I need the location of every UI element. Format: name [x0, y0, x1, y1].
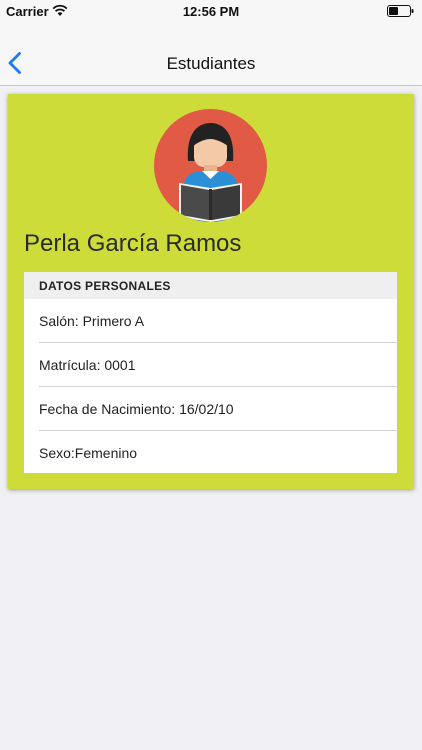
- status-time: 12:56 PM: [182, 4, 240, 19]
- section-header: DATOS PERSONALES: [24, 272, 397, 299]
- page-title: Estudiantes: [166, 54, 256, 73]
- birthdate-text: Fecha de Nacimiento: 16/02/10: [39, 401, 234, 417]
- student-reading-avatar-icon: [154, 109, 267, 222]
- section-header-label: DATOS PERSONALES: [39, 279, 171, 293]
- personal-data-panel: DATOS PERSONALES Salón: Primero A Matríc…: [24, 272, 397, 473]
- status-bar: Carrier 12:56 PM: [0, 0, 422, 22]
- list-item-birthdate[interactable]: Fecha de Nacimiento: 16/02/10: [24, 387, 397, 430]
- battery-icon: [387, 5, 414, 17]
- list-item-classroom[interactable]: Salón: Primero A: [24, 299, 397, 342]
- enrollment-text: Matrícula: 0001: [39, 357, 136, 373]
- student-name: Perla García Ramos: [24, 230, 242, 257]
- navigation-bar: Estudiantes: [0, 22, 422, 86]
- list-item-sex[interactable]: Sexo:Femenino: [24, 431, 397, 474]
- sex-text: Sexo:Femenino: [39, 445, 138, 461]
- list-item-enrollment[interactable]: Matrícula: 0001: [24, 343, 397, 386]
- classroom-text: Salón: Primero A: [39, 313, 145, 329]
- student-profile-card: Perla García Ramos DATOS PERSONALES Saló…: [8, 94, 414, 489]
